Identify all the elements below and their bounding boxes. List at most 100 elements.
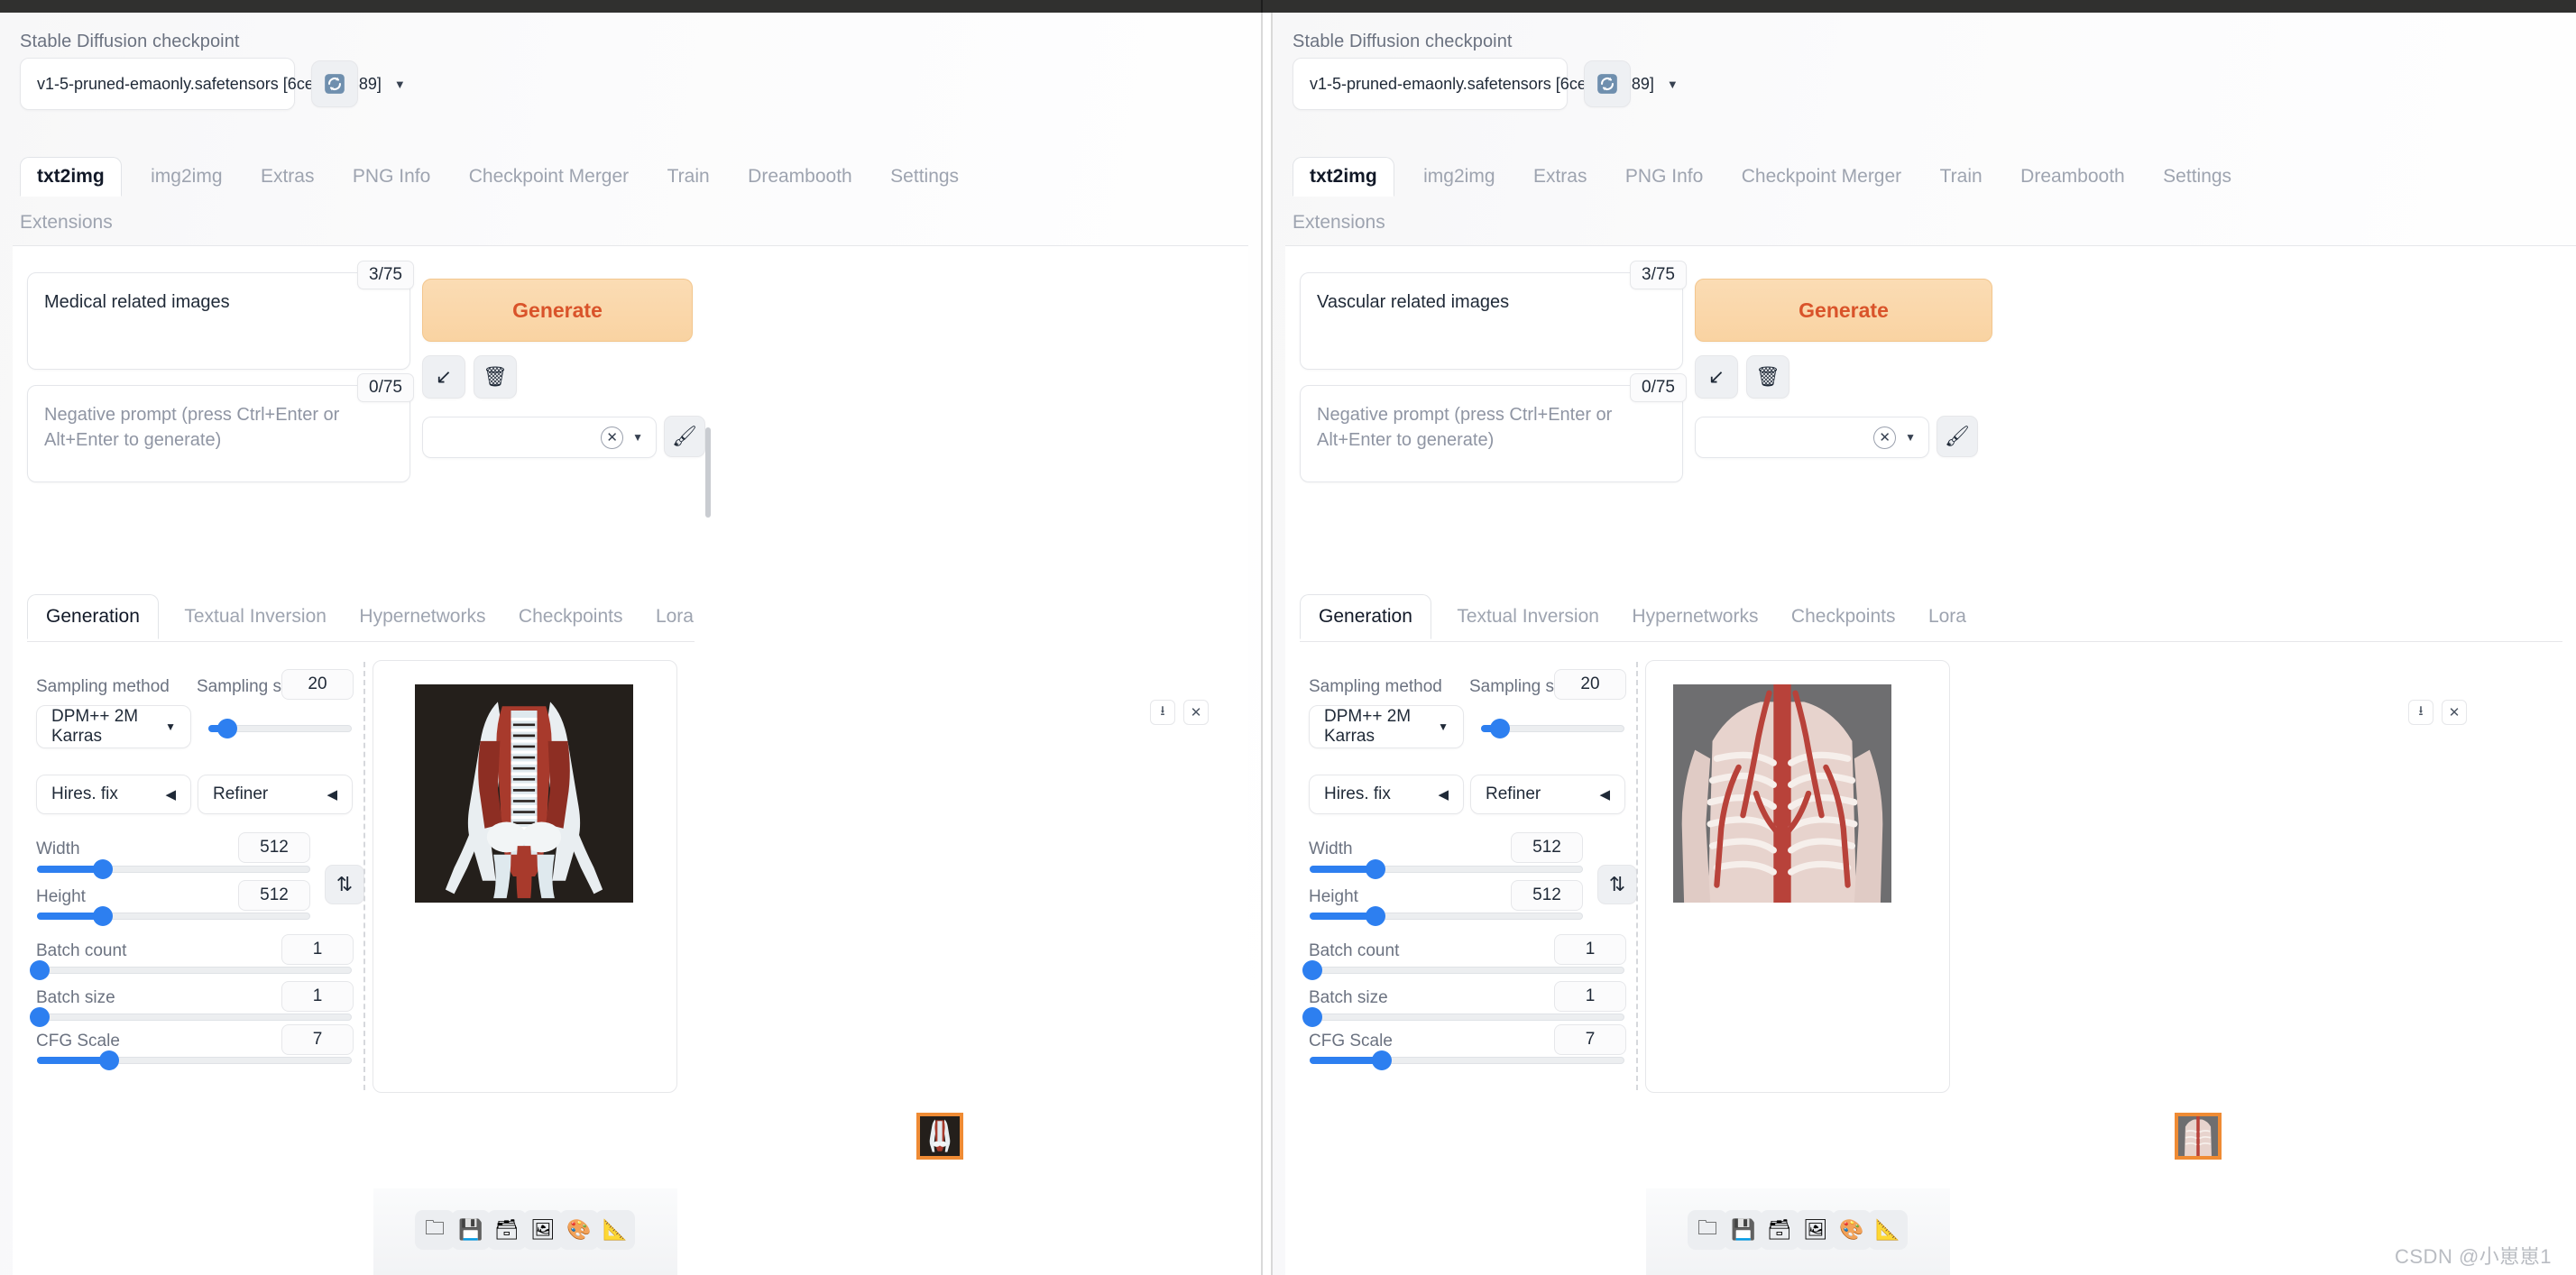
slider-knob[interactable]: [1365, 859, 1385, 879]
subtab-textual-inversion[interactable]: Textual Inversion: [184, 595, 327, 638]
slider-knob[interactable]: [30, 960, 51, 980]
styles-select[interactable]: ✕ ▼: [1695, 417, 1929, 458]
send-to-inpaint-button[interactable]: 🎨: [1832, 1210, 1872, 1250]
tab-txt2img[interactable]: txt2img: [1293, 157, 1394, 197]
batch-count-input[interactable]: 1: [1554, 934, 1626, 965]
tab-png-info[interactable]: PNG Info: [1625, 158, 1703, 196]
checkpoint-select[interactable]: v1-5-pruned-emaonly.safetensors [6ce0161…: [20, 58, 406, 110]
subtab-hypernetworks[interactable]: Hypernetworks: [359, 595, 485, 638]
slider-knob[interactable]: [1489, 719, 1510, 738]
tab-dreambooth[interactable]: Dreambooth: [748, 158, 852, 196]
subtab-checkpoints[interactable]: Checkpoints: [519, 595, 623, 638]
width-slider[interactable]: [1310, 859, 1583, 879]
tab-extras[interactable]: Extras: [261, 158, 315, 196]
tab-extensions[interactable]: Extensions: [1293, 204, 1385, 242]
generate-button[interactable]: Generate: [422, 279, 693, 342]
send-to-inpaint-button[interactable]: 🎨: [559, 1210, 599, 1250]
swap-dimensions-button[interactable]: ⇅: [325, 865, 364, 904]
height-input[interactable]: 512: [238, 880, 310, 911]
chevron-down-icon[interactable]: ▼: [632, 431, 643, 444]
cfg-scale-slider[interactable]: [37, 1050, 352, 1070]
negative-prompt-textarea[interactable]: Negative prompt (press Ctrl+Enter or Alt…: [1300, 385, 1683, 482]
clear-prompt-button[interactable]: 🗑: [474, 355, 517, 399]
slider-knob[interactable]: [1302, 960, 1323, 980]
slider-knob[interactable]: [99, 1050, 120, 1070]
slider-knob[interactable]: [1372, 1050, 1393, 1070]
close-icon[interactable]: ✕: [1873, 426, 1897, 449]
refresh-checkpoints-button[interactable]: [1584, 60, 1631, 107]
open-folder-button[interactable]: 🗀: [415, 1210, 455, 1250]
slider-knob[interactable]: [92, 859, 113, 879]
tab-extras[interactable]: Extras: [1533, 158, 1587, 196]
width-slider[interactable]: [37, 859, 310, 879]
tab-png-info[interactable]: PNG Info: [353, 158, 430, 196]
subtab-checkpoints[interactable]: Checkpoints: [1791, 595, 1896, 638]
tab-settings[interactable]: Settings: [2163, 158, 2231, 196]
page-scrollbar-left[interactable]: [705, 427, 711, 518]
download-image-button[interactable]: ⭳: [2408, 700, 2433, 725]
sampling-steps-slider[interactable]: [1481, 719, 1624, 738]
slider-knob[interactable]: [30, 1007, 51, 1027]
send-to-img2img-button[interactable]: 🖼: [523, 1210, 563, 1250]
width-input[interactable]: 512: [238, 832, 310, 863]
zip-button[interactable]: 🗃: [1760, 1210, 1799, 1250]
subtab-textual-inversion[interactable]: Textual Inversion: [1457, 595, 1599, 638]
sampling-steps-input[interactable]: 20: [281, 669, 354, 700]
cfg-scale-input[interactable]: 7: [1554, 1024, 1626, 1055]
apply-style-button[interactable]: 🖌: [664, 416, 705, 457]
image-thumbnail[interactable]: [916, 1113, 963, 1160]
batch-size-slider[interactable]: [30, 1007, 352, 1027]
cfg-scale-input[interactable]: 7: [281, 1024, 354, 1055]
slider-knob[interactable]: [1365, 906, 1385, 926]
zip-button[interactable]: 🗃: [487, 1210, 527, 1250]
tab-img2img[interactable]: img2img: [1423, 158, 1495, 196]
subtab-hypernetworks[interactable]: Hypernetworks: [1632, 595, 1758, 638]
slider-knob[interactable]: [1302, 1007, 1323, 1027]
batch-size-slider[interactable]: [1302, 1007, 1624, 1027]
clear-prompt-button[interactable]: 🗑: [1746, 355, 1789, 399]
height-input[interactable]: 512: [1511, 880, 1583, 911]
tab-extensions[interactable]: Extensions: [20, 204, 113, 242]
tab-txt2img[interactable]: txt2img: [20, 157, 122, 197]
subtab-lora[interactable]: Lora: [1928, 595, 1966, 638]
sampling-method-select[interactable]: DPM++ 2M Karras ▼: [1309, 705, 1464, 748]
styles-select[interactable]: ✕ ▼: [422, 417, 657, 458]
cfg-scale-slider[interactable]: [1310, 1050, 1624, 1070]
prompt-textarea[interactable]: Vascular related images: [1300, 272, 1683, 370]
subtab-generation[interactable]: Generation: [1300, 594, 1431, 639]
refiner-accordion[interactable]: Refiner ◀: [1470, 775, 1625, 814]
close-image-button[interactable]: ✕: [1183, 700, 1209, 725]
tab-checkpoint-merger[interactable]: Checkpoint Merger: [469, 158, 629, 196]
subtab-lora[interactable]: Lora: [656, 595, 694, 638]
tab-checkpoint-merger[interactable]: Checkpoint Merger: [1742, 158, 1901, 196]
tab-settings[interactable]: Settings: [890, 158, 959, 196]
apply-style-button[interactable]: 🖌: [1937, 416, 1978, 457]
slider-knob[interactable]: [92, 906, 113, 926]
tab-img2img[interactable]: img2img: [151, 158, 222, 196]
generated-image[interactable]: [1673, 684, 1891, 903]
subtab-generation[interactable]: Generation: [27, 594, 159, 639]
checkpoint-select[interactable]: v1-5-pruned-emaonly.safetensors [6ce0161…: [1293, 58, 1679, 110]
height-slider[interactable]: [37, 906, 310, 926]
swap-dimensions-button[interactable]: ⇅: [1597, 865, 1637, 904]
tab-dreambooth[interactable]: Dreambooth: [2020, 158, 2125, 196]
close-icon[interactable]: ✕: [601, 426, 624, 449]
chevron-down-icon[interactable]: ▼: [1905, 431, 1916, 444]
download-image-button[interactable]: ⭳: [1150, 700, 1175, 725]
sampling-steps-slider[interactable]: [208, 719, 352, 738]
sampling-steps-input[interactable]: 20: [1554, 669, 1626, 700]
prompt-textarea[interactable]: Medical related images: [27, 272, 410, 370]
open-folder-button[interactable]: 🗀: [1688, 1210, 1727, 1250]
save-button[interactable]: 💾: [451, 1210, 491, 1250]
negative-prompt-textarea[interactable]: Negative prompt (press Ctrl+Enter or Alt…: [27, 385, 410, 482]
tab-train[interactable]: Train: [667, 158, 710, 196]
hires-fix-accordion[interactable]: Hires. fix ◀: [36, 775, 191, 814]
width-input[interactable]: 512: [1511, 832, 1583, 863]
batch-size-input[interactable]: 1: [1554, 981, 1626, 1012]
restore-progress-button[interactable]: ↙: [1695, 355, 1738, 399]
restore-progress-button[interactable]: ↙: [422, 355, 465, 399]
refiner-accordion[interactable]: Refiner ◀: [198, 775, 353, 814]
tab-train[interactable]: Train: [1940, 158, 1983, 196]
slider-knob[interactable]: [216, 719, 237, 738]
batch-count-input[interactable]: 1: [281, 934, 354, 965]
